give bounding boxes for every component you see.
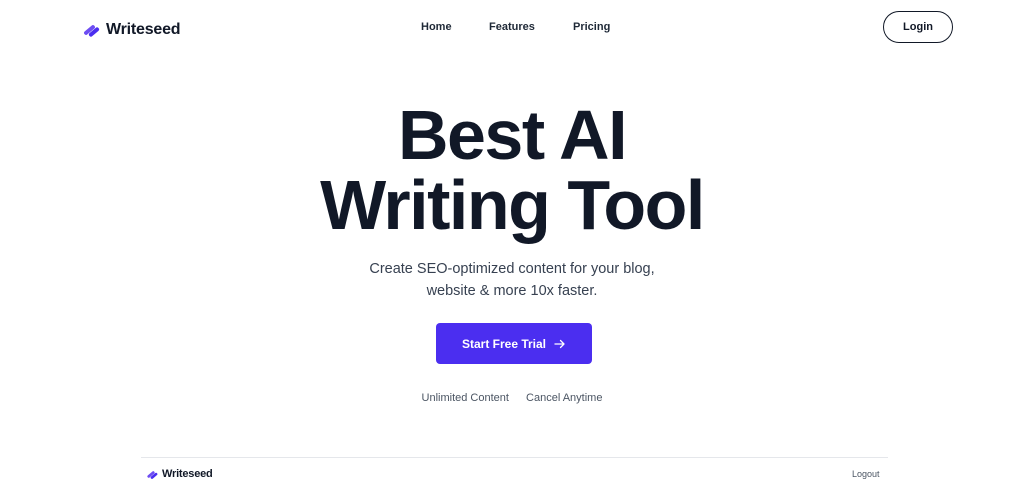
feature-cancel-anytime: Cancel Anytime [526, 392, 603, 404]
hero-title-line-2: Writing Tool [320, 166, 705, 244]
hero-features: Unlimited Content Cancel Anytime [0, 392, 1024, 404]
hero-subtitle-line-2: website & more 10x faster. [426, 283, 598, 299]
top-navigation: Writeseed Home Features Pricing Login [0, 0, 1024, 58]
hero-title-line-1: Best AI [397, 96, 628, 174]
writeseed-logo-icon [84, 25, 100, 37]
footer-divider [141, 457, 888, 458]
hero-subtitle-line-1: Create SEO-optimized content for your bl… [369, 261, 655, 277]
arrow-right-icon [554, 339, 565, 348]
writeseed-logo-icon [147, 470, 158, 479]
brand-name: Writeseed [106, 21, 181, 38]
nav-link-pricing[interactable]: Pricing [573, 21, 610, 33]
logout-link[interactable]: Logout [852, 469, 880, 479]
brand-logo-link[interactable]: Writeseed [82, 18, 181, 42]
hero-subtitle: Create SEO-optimized content for your bl… [0, 258, 1024, 302]
login-button[interactable]: Login [883, 11, 953, 43]
footer-brand-name: Writeseed [162, 468, 213, 480]
start-free-trial-button[interactable]: Start Free Trial [436, 323, 592, 364]
feature-unlimited-content: Unlimited Content [421, 392, 509, 404]
footer-brand-logo[interactable]: Writeseed [146, 467, 213, 481]
nav-link-home[interactable]: Home [421, 21, 452, 33]
nav-link-features[interactable]: Features [489, 21, 535, 33]
hero-title: Best AI Writing Tool [0, 100, 1024, 240]
cta-label: Start Free Trial [461, 336, 547, 351]
